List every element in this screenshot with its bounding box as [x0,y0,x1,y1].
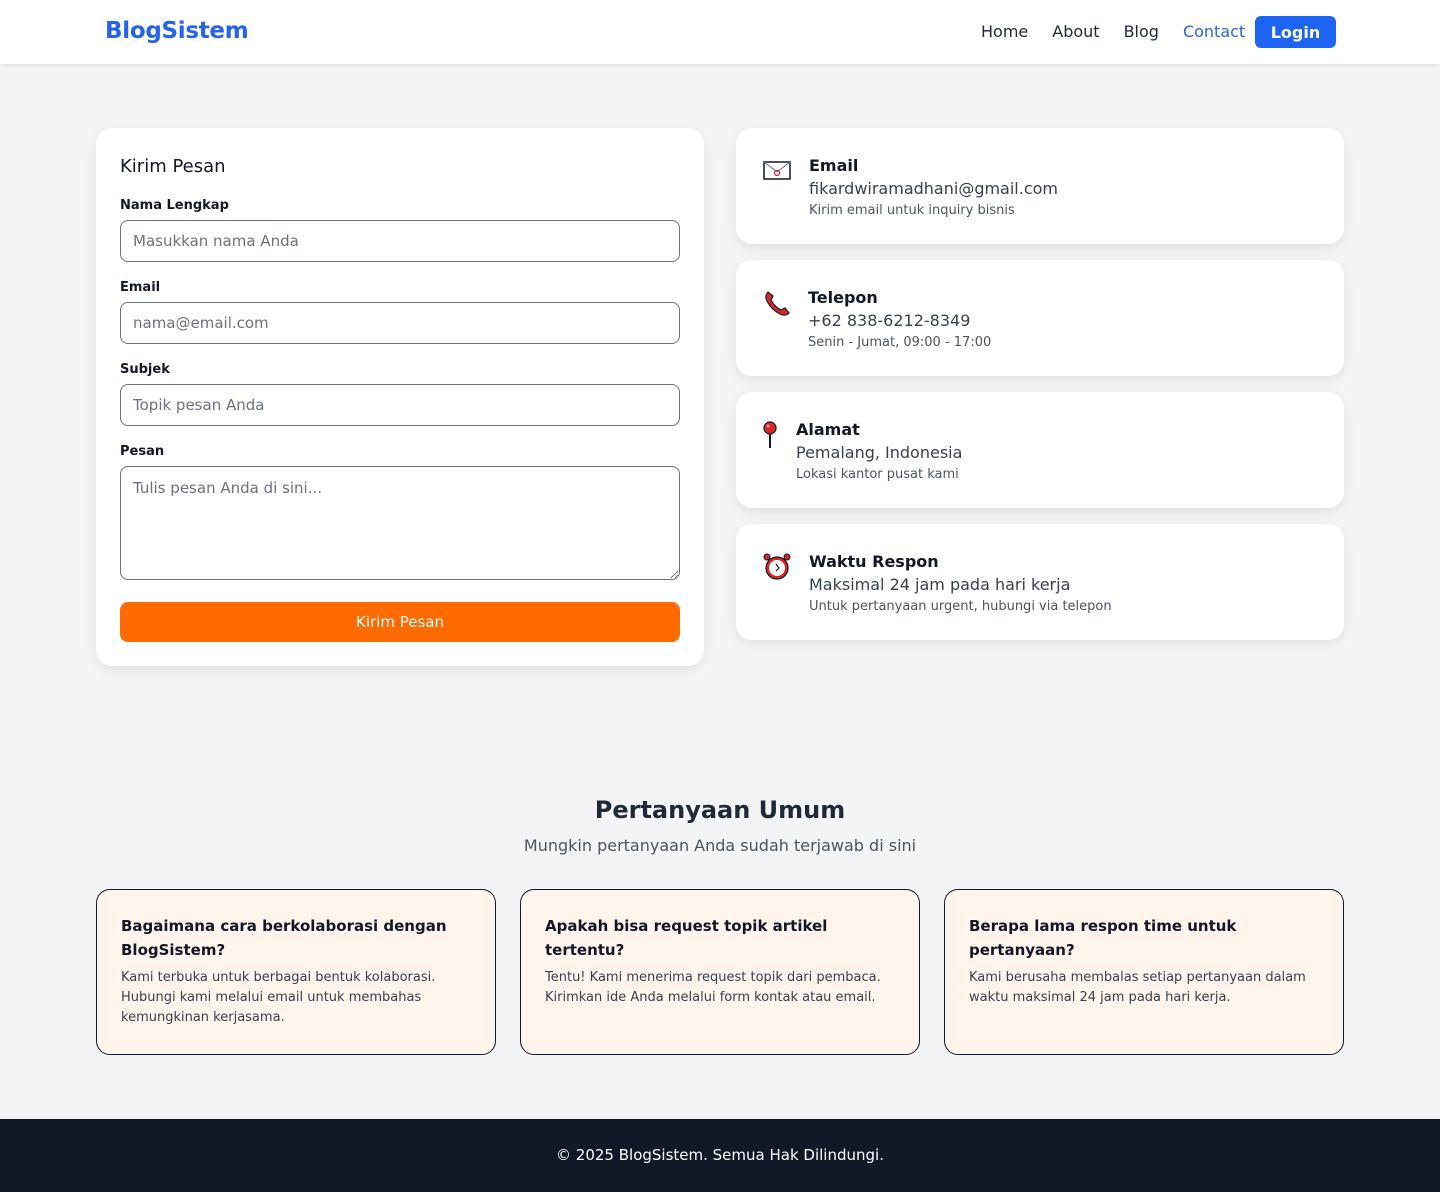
faq-question: Berapa lama respon time untuk pertanyaan… [969,917,1237,959]
name-label: Nama Lengkap [120,198,229,213]
subject-input[interactable] [120,384,680,426]
info-card-address: Alamat Pemalang, Indonesia Lokasi kantor… [736,392,1344,508]
nav-contact[interactable]: Contact [1183,22,1245,42]
info-card-email: Email fikardwiramadhani@gmail.com Kirim … [736,128,1344,244]
info-value[interactable]: +62 838-6212-8349 [808,311,970,330]
faq-question: Apakah bisa request topik artikel terten… [545,917,828,959]
nav-links: Home About Blog Contact [981,22,1269,42]
faq-subtitle: Mungkin pertanyaan Anda sudah terjawab d… [523,836,917,855]
brand-logo[interactable]: BlogSistem [105,18,249,44]
pin-icon [762,420,792,450]
email-label: Email [120,280,161,295]
info-value: Maksimal 24 jam pada hari kerja [809,575,1071,594]
info-title: Waktu Respon [809,552,939,571]
info-card-response-time: Waktu Respon Maksimal 24 jam pada hari k… [736,524,1344,640]
email-input[interactable] [120,302,680,344]
login-button[interactable]: Login [1255,16,1336,48]
navbar: BlogSistem Home About Blog Contact Login [0,0,1440,64]
faq-title: Pertanyaan Umum [594,796,846,824]
faq-card: Bagaimana cara berkolaborasi dengan Blog… [96,889,496,1055]
info-desc: Lokasi kantor pusat kami [796,467,959,482]
info-value: Pemalang, Indonesia [796,443,963,462]
footer: © 2025 BlogSistem. Semua Hak Dilindungi. [0,1119,1440,1192]
info-desc: Kirim email untuk inquiry bisnis [809,203,1015,218]
faq-question: Bagaimana cara berkolaborasi dengan Blog… [121,917,447,959]
message-label: Pesan [120,444,165,459]
nav-blog[interactable]: Blog [1124,22,1159,42]
form-title: Kirim Pesan [120,156,226,177]
info-desc: Untuk pertanyaan urgent, hubungi via tel… [809,599,1112,614]
message-textarea[interactable] [120,466,680,580]
faq-answer: Tentu! Kami menerima request topik dari … [545,970,881,1005]
nav-home[interactable]: Home [981,22,1028,42]
envelope-icon [762,156,792,186]
info-desc: Senin - Jumat, 09:00 - 17:00 [808,335,992,350]
name-input[interactable] [120,220,680,262]
footer-copyright: © 2025 BlogSistem. Semua Hak Dilindungi. [556,1146,884,1164]
faq-answer: Kami terbuka untuk berbagai bentuk kolab… [121,970,436,1025]
contact-form-card: Kirim Pesan Nama Lengkap Email Subjek Pe… [96,128,704,666]
info-title: Alamat [796,420,860,439]
faq-card: Apakah bisa request topik artikel terten… [520,889,920,1055]
faq-answer: Kami berusaha membalas setiap pertanyaan… [969,970,1306,1005]
faq-card: Berapa lama respon time untuk pertanyaan… [944,889,1344,1055]
submit-button[interactable]: Kirim Pesan [120,602,680,642]
phone-icon [762,288,792,318]
nav-about[interactable]: About [1052,22,1099,42]
info-title: Telepon [808,288,878,307]
subject-label: Subjek [120,362,170,377]
info-title: Email [809,156,859,175]
info-value[interactable]: fikardwiramadhani@gmail.com [809,179,1058,198]
info-card-phone: Telepon +62 838-6212-8349 Senin - Jumat,… [736,260,1344,376]
alarm-clock-icon [762,552,792,582]
